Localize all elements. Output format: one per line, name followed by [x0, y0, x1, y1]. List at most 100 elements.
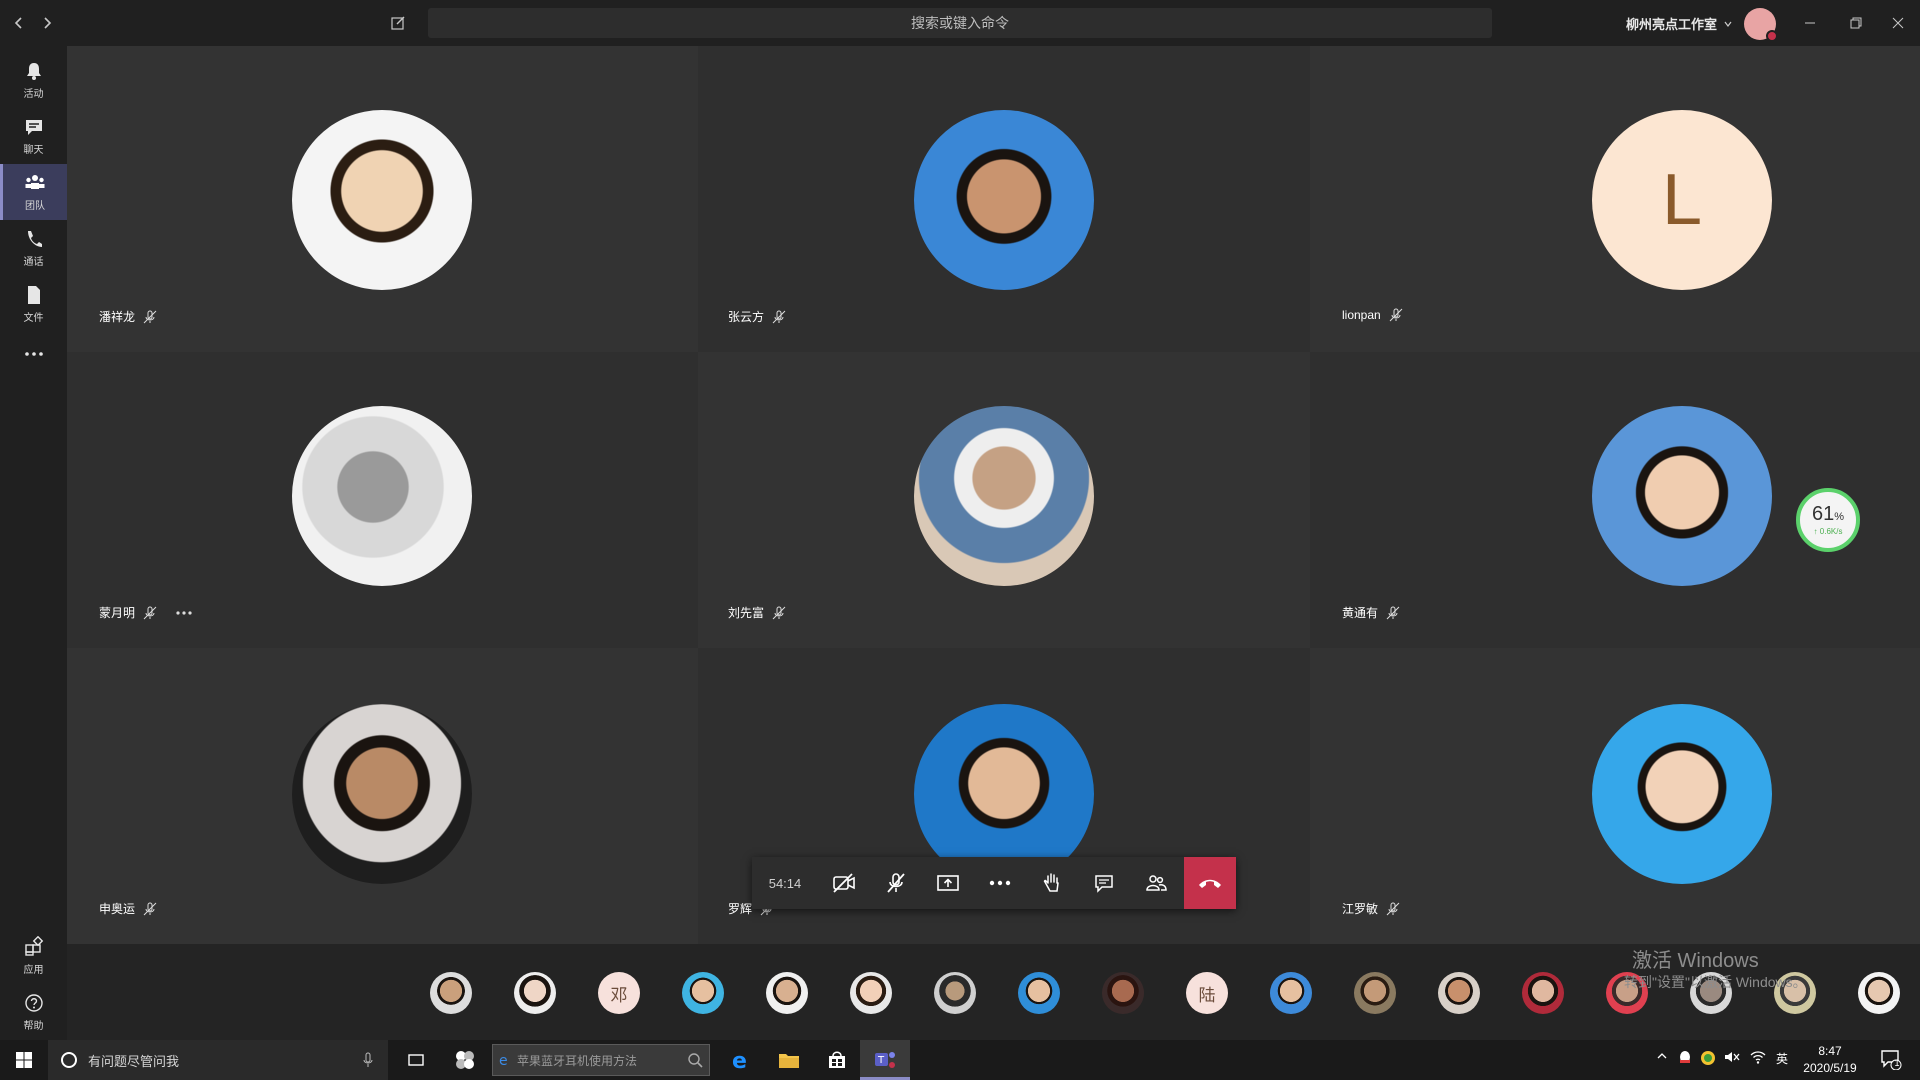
minimize-icon[interactable]: [1790, 8, 1830, 38]
camera-off-icon[interactable]: [818, 857, 870, 909]
call-timer: 54:14: [768, 875, 802, 891]
compose-icon[interactable]: [383, 8, 413, 38]
volume-muted-icon[interactable]: [1724, 1050, 1740, 1067]
rail-label: 帮助: [23, 1021, 44, 1032]
participant-thumb[interactable]: [1438, 972, 1480, 1014]
input-language[interactable]: 英: [1776, 1050, 1788, 1067]
command-search-input[interactable]: 搜索或键入命令: [428, 8, 1492, 38]
participant-thumb[interactable]: 邓: [598, 972, 640, 1014]
rail-label: 团队: [25, 201, 45, 212]
rail-label: 文件: [23, 313, 44, 324]
org-switcher[interactable]: 柳州亮点工作室: [1626, 14, 1733, 33]
activate-windows-subtext: 转到"设置"以激活 Windows。: [1624, 974, 1807, 990]
windows-start-icon[interactable]: [10, 1046, 38, 1074]
windows-taskbar: 有问题尽管问我 e 苹果蓝牙耳机使用方法 e T 英 8:47 2020/5/1…: [0, 1040, 1920, 1080]
rail-item-activity[interactable]: 活动: [0, 52, 67, 108]
network-speed-widget[interactable]: 61% ↑ 0.6K/s: [1796, 488, 1860, 552]
people-icon[interactable]: [1130, 857, 1182, 909]
chat-icon[interactable]: [1078, 857, 1130, 909]
participant-tile[interactable]: 江罗敏: [1310, 648, 1920, 944]
task-view-icon[interactable]: [402, 1046, 430, 1074]
mic-off-icon[interactable]: [870, 857, 922, 909]
participant-name: 潘祥龙: [99, 308, 157, 325]
participant-tile[interactable]: 潘祥龙: [67, 46, 698, 352]
participant-tile[interactable]: 刘先富: [698, 352, 1310, 648]
back-icon[interactable]: [4, 8, 34, 38]
participant-thumb[interactable]: [682, 972, 724, 1014]
participant-name: 黄通有: [1342, 604, 1400, 621]
raise-hand-icon[interactable]: [1026, 857, 1078, 909]
action-center-icon[interactable]: 1: [1880, 1048, 1902, 1073]
svg-text:e: e: [499, 1053, 508, 1068]
store-icon[interactable]: [823, 1046, 851, 1074]
chat-icon: [25, 120, 42, 135]
org-name: 柳州亮点工作室: [1626, 17, 1718, 32]
participant-thumb[interactable]: [1354, 972, 1396, 1014]
cortana-search[interactable]: 有问题尽管问我: [48, 1040, 388, 1080]
participant-thumb[interactable]: [1018, 972, 1060, 1014]
restore-icon[interactable]: [1836, 8, 1876, 38]
ie-icon: e: [499, 1053, 508, 1068]
participant-thumb[interactable]: [514, 972, 556, 1014]
activate-windows-watermark: 激活 Windows: [1632, 950, 1759, 972]
participant-tile[interactable]: 张云方: [698, 46, 1310, 352]
user-avatar[interactable]: [1744, 8, 1778, 42]
app-bar: 活动 聊天 团队 通话 文件 应用 帮助: [0, 46, 67, 1040]
wechat-tray-icon[interactable]: [1700, 1050, 1716, 1069]
rail-item-help[interactable]: 帮助: [0, 984, 67, 1040]
more-icon[interactable]: [974, 857, 1026, 909]
taskbar-search-text: 苹果蓝牙耳机使用方法: [517, 1053, 638, 1068]
forward-icon[interactable]: [32, 8, 62, 38]
edge-icon[interactable]: e: [727, 1046, 755, 1074]
rail-item-teams[interactable]: 团队: [0, 164, 67, 220]
search-icon[interactable]: [687, 1052, 703, 1068]
taskbar-clock[interactable]: 8:47 2020/5/19: [1794, 1043, 1866, 1077]
participant-thumb[interactable]: [1858, 972, 1900, 1014]
rail-item-chat[interactable]: 聊天: [0, 108, 67, 164]
participant-tile[interactable]: 申奥运: [67, 648, 698, 944]
more-options-icon[interactable]: [175, 610, 193, 616]
participant-thumb[interactable]: [766, 972, 808, 1014]
participant-thumb[interactable]: [934, 972, 976, 1014]
rail-item-apps[interactable]: 应用: [0, 928, 67, 984]
clock-date: 2020/5/19: [1803, 1061, 1857, 1075]
rail-item-calls[interactable]: 通话: [0, 220, 67, 276]
participant-thumb[interactable]: [1522, 972, 1564, 1014]
close-icon[interactable]: [1878, 8, 1918, 38]
participant-thumb[interactable]: [850, 972, 892, 1014]
participant-tile[interactable]: 蒙月明: [67, 352, 698, 648]
participant-name: 申奥运: [99, 900, 157, 917]
rail-item-files[interactable]: 文件: [0, 276, 67, 332]
more-apps-icon[interactable]: [0, 326, 67, 382]
teams-icon: [25, 175, 45, 189]
participant-name: 蒙月明: [99, 604, 193, 621]
participant-name: 刘先富: [728, 604, 786, 621]
phone-icon: [27, 231, 42, 247]
participant-avatar: [292, 406, 472, 586]
pinwheel-app-icon[interactable]: [451, 1046, 479, 1074]
teams-taskbar-icon[interactable]: T: [860, 1040, 910, 1080]
wifi-icon[interactable]: [1750, 1050, 1766, 1067]
bell-icon: [26, 63, 41, 80]
participant-thumb[interactable]: [1270, 972, 1312, 1014]
hangup-button[interactable]: [1184, 857, 1236, 909]
clock-time: 8:47: [1818, 1044, 1842, 1058]
share-screen-icon[interactable]: [922, 857, 974, 909]
svg-text:e: e: [732, 1049, 747, 1071]
participant-avatar: [914, 110, 1094, 290]
title-bar: 搜索或键入命令 柳州亮点工作室: [0, 0, 1920, 46]
participant-thumb[interactable]: [430, 972, 472, 1014]
cortana-icon: [61, 1052, 77, 1068]
microphone-icon[interactable]: [362, 1052, 374, 1068]
participant-avatar: [1592, 704, 1772, 884]
file-explorer-icon[interactable]: [775, 1046, 803, 1074]
taskbar-search-input[interactable]: e 苹果蓝牙耳机使用方法: [492, 1044, 710, 1076]
qq-tray-icon[interactable]: [1678, 1050, 1692, 1069]
participant-tile[interactable]: L lionpan: [1310, 46, 1920, 352]
participant-thumb[interactable]: [1102, 972, 1144, 1014]
hangup-icon: [1199, 879, 1221, 888]
participant-thumb[interactable]: 陆: [1186, 972, 1228, 1014]
call-controls: 54:14: [752, 857, 1236, 909]
help-icon: [24, 994, 43, 1012]
tray-expand-icon[interactable]: [1656, 1050, 1668, 1065]
